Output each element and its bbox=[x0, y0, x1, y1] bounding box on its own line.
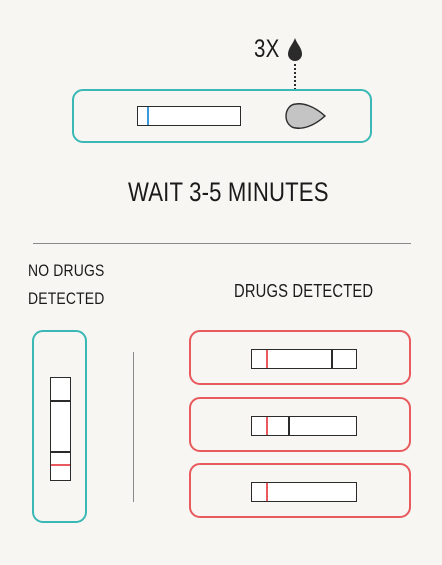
control-line-red bbox=[266, 350, 268, 368]
sample-well-icon bbox=[285, 103, 327, 129]
test-strip bbox=[137, 106, 241, 126]
positive-result-card bbox=[189, 330, 411, 385]
section-divider bbox=[33, 243, 411, 244]
test-line bbox=[288, 417, 290, 435]
no-drugs-label-line2: DETECTED bbox=[28, 289, 105, 308]
control-line-red bbox=[266, 417, 268, 435]
no-drugs-label-line1: NO DRUGS bbox=[28, 261, 105, 280]
control-line-blue bbox=[147, 107, 149, 125]
test-strip bbox=[251, 349, 357, 369]
positive-result-card bbox=[189, 463, 411, 518]
test-strip bbox=[251, 482, 357, 502]
test-strip bbox=[251, 416, 357, 436]
control-line-red bbox=[266, 483, 268, 501]
test-line bbox=[331, 350, 333, 368]
negative-result-card bbox=[32, 330, 87, 523]
test-strip-card bbox=[72, 89, 372, 143]
vertical-test-strip bbox=[50, 377, 71, 481]
test-line bbox=[51, 451, 70, 453]
wait-instruction: WAIT 3-5 MINUTES bbox=[128, 177, 329, 207]
drop-count-label: 3X bbox=[254, 35, 280, 63]
positive-result-card bbox=[189, 397, 411, 452]
control-line-red bbox=[51, 464, 70, 466]
drugs-detected-label: DRUGS DETECTED bbox=[234, 281, 374, 301]
water-drop-icon bbox=[288, 38, 302, 61]
results-separator bbox=[133, 352, 134, 502]
test-line bbox=[51, 400, 70, 402]
